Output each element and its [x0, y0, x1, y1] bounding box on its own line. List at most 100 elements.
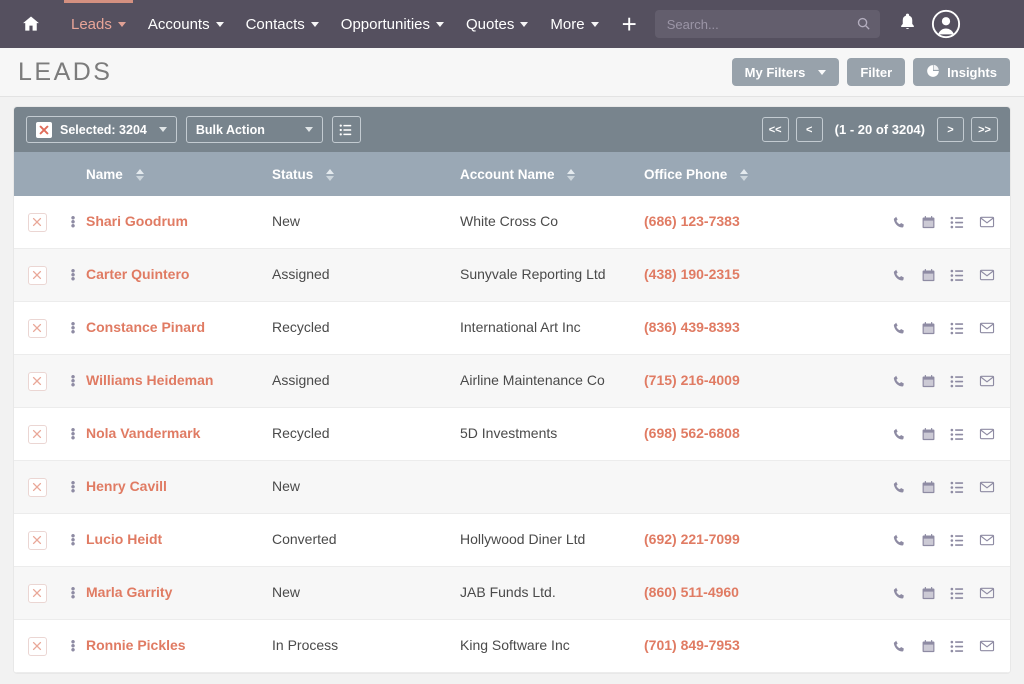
office-phone[interactable]: (686) 123-7383: [644, 213, 740, 229]
list-view-icon[interactable]: [331, 116, 361, 143]
phone-icon[interactable]: [892, 374, 907, 389]
envelope-icon[interactable]: [979, 638, 995, 654]
list-icon[interactable]: [950, 215, 965, 230]
lead-name[interactable]: Ronnie Pickles: [86, 637, 186, 653]
row-menu-icon[interactable]: • • •: [71, 370, 76, 391]
calendar-icon[interactable]: [921, 427, 936, 442]
user-avatar-icon[interactable]: [931, 9, 961, 39]
selected-count-dropdown[interactable]: Selected: 3204: [26, 116, 177, 143]
table-row[interactable]: • • • Marla Garrity New JAB Funds Ltd. (860) 5…: [14, 567, 1010, 620]
calendar-icon[interactable]: [921, 215, 936, 230]
row-menu-icon[interactable]: • • •: [71, 423, 76, 444]
envelope-icon[interactable]: [979, 532, 995, 548]
office-phone[interactable]: (715) 216-4009: [644, 372, 740, 388]
home-icon[interactable]: [14, 7, 48, 41]
phone-icon[interactable]: [892, 321, 907, 336]
bell-icon[interactable]: [898, 12, 917, 36]
row-checkbox[interactable]: [27, 318, 47, 338]
insights-button[interactable]: Insights: [913, 58, 1010, 86]
row-checkbox[interactable]: [27, 212, 47, 232]
envelope-icon[interactable]: [979, 320, 995, 336]
calendar-icon[interactable]: [921, 374, 936, 389]
my-filters-button[interactable]: My Filters: [731, 58, 840, 86]
office-phone[interactable]: (698) 562-6808: [644, 425, 740, 441]
filter-button[interactable]: Filter: [847, 58, 906, 86]
office-phone[interactable]: (836) 439-8393: [644, 319, 740, 335]
envelope-icon[interactable]: [979, 373, 995, 389]
table-row[interactable]: • • • Henry Cavill New: [14, 461, 1010, 514]
table-row[interactable]: • • • Lucio Heidt Converted Hollywood Diner L…: [14, 514, 1010, 567]
pagination-prev-button[interactable]: <: [795, 117, 823, 142]
row-checkbox[interactable]: [27, 371, 47, 391]
nav-item-more[interactable]: More: [539, 0, 609, 48]
list-icon[interactable]: [950, 374, 965, 389]
calendar-icon[interactable]: [921, 586, 936, 601]
lead-name[interactable]: Marla Garrity: [86, 584, 172, 600]
add-button[interactable]: +: [612, 11, 647, 37]
calendar-icon[interactable]: [921, 268, 936, 283]
nav-item-contacts[interactable]: Contacts: [235, 0, 330, 48]
calendar-icon[interactable]: [921, 480, 936, 495]
lead-name[interactable]: Constance Pinard: [86, 319, 205, 335]
lead-name[interactable]: Shari Goodrum: [86, 213, 188, 229]
table-row[interactable]: • • • Shari Goodrum New White Cross Co (686) 1…: [14, 196, 1010, 249]
global-search[interactable]: [654, 10, 880, 38]
table-row[interactable]: • • • Williams Heideman Assigned Airline Main…: [14, 355, 1010, 408]
office-phone[interactable]: (860) 511-4960: [644, 584, 739, 600]
list-icon[interactable]: [950, 427, 965, 442]
row-menu-icon[interactable]: • • •: [71, 476, 76, 497]
envelope-icon[interactable]: [979, 426, 995, 442]
lead-name[interactable]: Lucio Heidt: [86, 531, 162, 547]
sort-icon[interactable]: [740, 168, 749, 181]
table-row[interactable]: • • • Ronnie Pickles In Process King Software…: [14, 620, 1010, 673]
bulk-action-dropdown[interactable]: Bulk Action: [185, 116, 323, 143]
row-menu-icon[interactable]: • • •: [71, 529, 76, 550]
table-row[interactable]: • • • Nola Vandermark Recycled 5D Investments…: [14, 408, 1010, 461]
column-header-account-name[interactable]: Account Name: [460, 167, 644, 182]
lead-name[interactable]: Nola Vandermark: [86, 425, 200, 441]
calendar-icon[interactable]: [921, 321, 936, 336]
phone-icon[interactable]: [892, 215, 907, 230]
list-icon[interactable]: [950, 480, 965, 495]
sort-icon[interactable]: [326, 168, 335, 181]
phone-icon[interactable]: [892, 586, 907, 601]
office-phone[interactable]: (701) 849-7953: [644, 637, 740, 653]
calendar-icon[interactable]: [921, 533, 936, 548]
lead-name[interactable]: Williams Heideman: [86, 372, 213, 388]
pagination-next-button[interactable]: >: [937, 117, 964, 142]
column-header-name[interactable]: Name: [86, 167, 272, 182]
column-header-office-phone[interactable]: Office Phone: [644, 167, 892, 182]
search-input[interactable]: [654, 10, 880, 38]
row-menu-icon[interactable]: • • •: [71, 264, 76, 285]
nav-item-accounts[interactable]: Accounts: [137, 0, 235, 48]
envelope-icon[interactable]: [979, 479, 995, 495]
phone-icon[interactable]: [892, 427, 907, 442]
nav-item-quotes[interactable]: Quotes: [455, 0, 539, 48]
row-checkbox[interactable]: [27, 424, 47, 444]
pagination-last-button[interactable]: >>: [971, 117, 998, 142]
envelope-icon[interactable]: [979, 585, 995, 601]
lead-name[interactable]: Henry Cavill: [86, 478, 167, 494]
row-checkbox[interactable]: [27, 636, 47, 656]
row-checkbox[interactable]: [27, 265, 47, 285]
list-icon[interactable]: [950, 586, 965, 601]
nav-item-opportunities[interactable]: Opportunities: [330, 0, 455, 48]
phone-icon[interactable]: [892, 480, 907, 495]
list-icon[interactable]: [950, 639, 965, 654]
envelope-icon[interactable]: [979, 267, 995, 283]
table-row[interactable]: • • • Carter Quintero Assigned Sunyvale Repor…: [14, 249, 1010, 302]
row-menu-icon[interactable]: • • •: [71, 635, 76, 656]
office-phone[interactable]: (692) 221-7099: [644, 531, 740, 547]
row-menu-icon[interactable]: • • •: [71, 211, 76, 232]
table-row[interactable]: • • • Constance Pinard Recycled International…: [14, 302, 1010, 355]
calendar-icon[interactable]: [921, 639, 936, 654]
phone-icon[interactable]: [892, 639, 907, 654]
lead-name[interactable]: Carter Quintero: [86, 266, 189, 282]
column-header-status[interactable]: Status: [272, 167, 460, 182]
phone-icon[interactable]: [892, 268, 907, 283]
list-icon[interactable]: [950, 321, 965, 336]
list-icon[interactable]: [950, 268, 965, 283]
list-icon[interactable]: [950, 533, 965, 548]
row-checkbox[interactable]: [27, 583, 47, 603]
sort-icon[interactable]: [135, 168, 144, 181]
